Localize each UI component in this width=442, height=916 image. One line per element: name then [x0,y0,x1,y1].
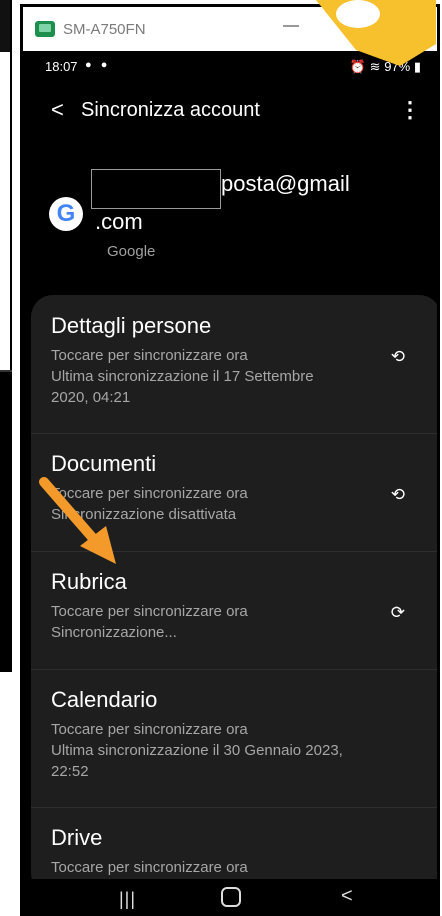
more-vert-icon[interactable]: ⋮ [399,97,421,123]
background-window-panel [0,370,12,672]
annotation-badge-icon [316,0,436,66]
sync-item-name: Documenti [51,451,157,476]
nav-back-icon[interactable]: < [341,885,353,908]
sync-icon: ⟳ [390,603,405,622]
sync-item-dettagli-persone[interactable]: Dettagli persone Toccare per sincronizza… [31,295,437,434]
account-info: G posta@gmail .com Google [23,151,437,291]
sync-item-name: Rubrica [51,569,127,594]
home-icon[interactable] [221,887,241,907]
sync-item-rubrica[interactable]: Rubrica Toccare per sincronizzare ora Si… [31,551,437,670]
sync-item-line1: Toccare per sincronizzare ora [51,721,248,738]
sync-list-card: Dettagli persone Toccare per sincronizza… [31,295,437,895]
recent-apps-icon[interactable]: ||| [119,889,136,910]
sync-item-subtitle: Toccare per sincronizzare ora [51,857,351,878]
notification-icons: ● ● [85,59,111,71]
sync-icon: ⟲ [390,485,405,504]
sync-item-line2: Ultima sincronizzazione il 30 Gennaio 20… [51,742,343,780]
background-window [0,0,12,916]
google-logo-icon: G [49,197,83,231]
sync-item-name: Dettagli persone [51,313,212,338]
sync-item-subtitle: Toccare per sincronizzare ora Sincronizz… [51,601,351,643]
sync-item-line1: Toccare per sincronizzare ora [51,859,248,876]
status-time: 18:07 [45,59,78,74]
page-title: Sincronizza account [81,99,260,121]
sync-item-name: Drive [51,825,103,850]
sync-item-name: Calendario [51,687,158,712]
sync-item-subtitle: Toccare per sincronizzare ora Ultima sin… [51,345,351,408]
sync-item-subtitle: Toccare per sincronizzare ora Ultima sin… [51,719,351,782]
redacted-email-block [91,169,221,209]
account-email-line2: .com [95,209,143,234]
annotation-arrow-icon [39,477,116,564]
account-provider: Google [107,243,156,260]
app-icon [35,21,55,37]
app-header: < Sincronizza account ⋮ [23,95,437,135]
sync-item-line1: Toccare per sincronizzare ora [51,603,248,620]
sync-item-line2: Sincronizzazione... [51,624,177,641]
navigation-bar: ||| < [23,879,437,913]
sync-item-line1: Toccare per sincronizzare ora [51,347,248,364]
sync-icon: ⟲ [390,347,405,366]
account-email-line1: posta@gmail [221,171,350,196]
sync-item-calendario[interactable]: Calendario Toccare per sincronizzare ora… [31,669,437,808]
phone-mirror-window: SM-A750FN × 18:07 ● ● ⏰ ≋ 97% ▮ < Sincro… [20,4,440,916]
sync-item-line2: Ultima sincronizzazione il 17 Settembre … [51,368,314,406]
back-arrow-icon[interactable]: < [51,97,64,123]
window-title: SM-A750FN [63,20,146,38]
